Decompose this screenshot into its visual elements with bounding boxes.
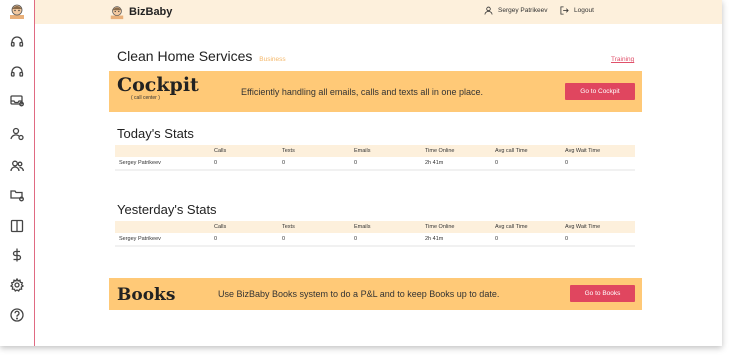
table-row: Sergey Patrikeev 0 0 0 2h 41m 0 0: [115, 157, 635, 171]
table-row: Sergey Patrikeev 0 0 0 2h 41m 0 0: [115, 233, 635, 247]
baby-logo-icon[interactable]: [8, 2, 26, 20]
yesterday-stats-table: Calls Texts Emails Time Online Avg call …: [115, 221, 635, 247]
cockpit-banner: Cockpit ( call center ) Efficiently hand…: [109, 71, 642, 112]
today-stats-table: Calls Texts Emails Time Online Avg call …: [115, 145, 635, 171]
table-cell: 0: [495, 157, 565, 171]
sidebar: [0, 0, 35, 346]
table-cell: Sergey Patrikeev: [115, 157, 214, 171]
go-to-books-button[interactable]: Go to Books: [570, 285, 635, 302]
column-header: Calls: [214, 221, 282, 233]
column-header: Avg Wait Time: [565, 221, 635, 233]
column-header: Time Online: [425, 145, 495, 157]
table-header-row: Calls Texts Emails Time Online Avg call …: [115, 145, 635, 157]
company-name: Clean Home Services: [117, 48, 253, 64]
dollar-icon[interactable]: [8, 246, 26, 264]
logout-icon: [560, 6, 569, 15]
column-header: Time Online: [425, 221, 495, 233]
column-header: [115, 221, 214, 233]
table-cell: 0: [565, 233, 635, 247]
cockpit-description: Efficiently handling all emails, calls a…: [241, 87, 483, 97]
table-cell: 0: [354, 157, 425, 171]
user-icon: [484, 6, 493, 15]
inbox-settings-icon[interactable]: [8, 91, 26, 109]
top-bar: BizBaby Sergey Patrikeev Logout: [35, 0, 722, 24]
go-to-cockpit-button[interactable]: Go to Cockpit: [565, 83, 635, 100]
training-link[interactable]: Training: [611, 56, 634, 63]
column-header: Avg call Time: [495, 221, 565, 233]
table-cell: 0: [282, 233, 354, 247]
user-settings-icon[interactable]: [8, 125, 26, 143]
books-description: Use BizBaby Books system to do a P&L and…: [218, 289, 500, 299]
users-icon[interactable]: [8, 157, 26, 175]
column-header: [115, 145, 214, 157]
folder-settings-icon[interactable]: [8, 186, 26, 204]
books-banner: Books Use BizBaby Books system to do a P…: [109, 278, 642, 310]
column-header: Avg Wait Time: [565, 145, 635, 157]
table-cell: 0: [354, 233, 425, 247]
app-window: BizBaby Sergey Patrikeev Logout Clean Ho…: [0, 0, 722, 346]
logout-label: Logout: [574, 7, 594, 14]
column-header: Emails: [354, 145, 425, 157]
books-title: Books: [117, 285, 176, 305]
column-header: Calls: [214, 145, 282, 157]
column-header: Texts: [282, 145, 354, 157]
help-icon[interactable]: [8, 306, 26, 324]
column-header: Texts: [282, 221, 354, 233]
gear-icon[interactable]: [8, 276, 26, 294]
table-cell: 2h 41m: [425, 233, 495, 247]
table-cell: 0: [282, 157, 354, 171]
table-cell: 0: [214, 233, 282, 247]
headset-icon[interactable]: [8, 33, 26, 51]
column-header: Emails: [354, 221, 425, 233]
cockpit-title: Cockpit: [117, 74, 199, 96]
table-cell: 0: [214, 157, 282, 171]
headset-icon[interactable]: [8, 63, 26, 81]
table-cell: 2h 41m: [425, 157, 495, 171]
brand[interactable]: BizBaby: [109, 3, 172, 21]
book-icon[interactable]: [8, 217, 26, 235]
page-title: Clean Home Services Business: [117, 48, 286, 64]
brand-name: BizBaby: [129, 6, 173, 18]
table-cell: Sergey Patrikeev: [115, 233, 214, 247]
column-header: Avg call Time: [495, 145, 565, 157]
table-header-row: Calls Texts Emails Time Online Avg call …: [115, 221, 635, 233]
table-cell: 0: [495, 233, 565, 247]
cockpit-heading: Cockpit ( call center ): [117, 75, 207, 101]
yesterday-stats-title: Yesterday's Stats: [117, 202, 217, 217]
today-stats-title: Today's Stats: [117, 126, 194, 141]
table-cell: 0: [565, 157, 635, 171]
user-name: Sergey Patrikeev: [498, 7, 548, 14]
user-menu[interactable]: Sergey Patrikeev: [484, 6, 548, 15]
baby-logo-icon: [110, 6, 124, 20]
logout-button[interactable]: Logout: [560, 6, 594, 15]
company-tag: Business: [259, 56, 286, 63]
